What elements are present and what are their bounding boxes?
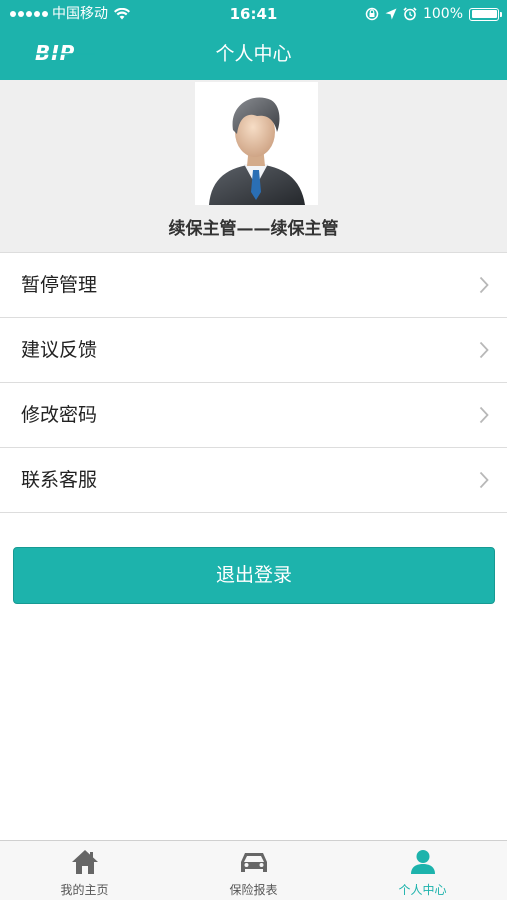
nav-bar: BIP 个人中心 xyxy=(0,28,507,80)
screen: 中国移动 16:41 100% BIP 个人中心 续保主管——续保主管 暂停管理… xyxy=(0,0,507,900)
home-icon xyxy=(71,850,98,874)
tab-insurance-report[interactable]: 保险报表 xyxy=(169,841,338,900)
avatar[interactable] xyxy=(195,82,318,205)
rotation-lock-icon xyxy=(365,7,379,21)
status-right: 100% xyxy=(365,0,502,28)
location-icon xyxy=(385,8,397,20)
page-title: 个人中心 xyxy=(215,43,292,65)
menu-item-label: 暂停管理 xyxy=(21,274,98,296)
menu-item-label: 建议反馈 xyxy=(21,339,98,361)
menu-item-label: 联系客服 xyxy=(21,469,98,491)
tab-home[interactable]: 我的主页 xyxy=(0,841,169,900)
chevron-right-icon xyxy=(479,406,489,424)
tab-label: 个人中心 xyxy=(398,883,447,897)
menu-item-feedback[interactable]: 建议反馈 xyxy=(0,318,507,383)
header: 中国移动 16:41 100% BIP 个人中心 xyxy=(0,0,507,80)
menu-item-pause-management[interactable]: 暂停管理 xyxy=(0,253,507,318)
menu-item-change-password[interactable]: 修改密码 xyxy=(0,383,507,448)
battery-percent: 100% xyxy=(422,6,463,22)
menu-list: 暂停管理 建议反馈 修改密码 联系客服 xyxy=(0,252,507,513)
user-avatar-icon xyxy=(195,82,318,205)
logout-button[interactable]: 退出登录 xyxy=(13,547,495,604)
chevron-right-icon xyxy=(479,341,489,359)
chevron-right-icon xyxy=(479,471,489,489)
tab-label: 我的主页 xyxy=(60,883,109,897)
profile-section: 续保主管——续保主管 xyxy=(0,80,507,252)
car-icon xyxy=(240,853,267,872)
tab-personal-center[interactable]: 个人中心 xyxy=(338,841,507,900)
tab-bar: 我的主页 保险报表 个人中心 xyxy=(0,840,507,900)
tab-label: 保险报表 xyxy=(229,883,278,897)
person-icon xyxy=(410,850,435,874)
menu-item-customer-service[interactable]: 联系客服 xyxy=(0,448,507,513)
menu-item-label: 修改密码 xyxy=(21,404,98,426)
status-bar: 中国移动 16:41 100% xyxy=(0,0,507,28)
chevron-right-icon xyxy=(479,276,489,294)
alarm-icon xyxy=(403,7,417,21)
user-name: 续保主管——续保主管 xyxy=(168,219,339,239)
battery-icon xyxy=(469,7,502,21)
